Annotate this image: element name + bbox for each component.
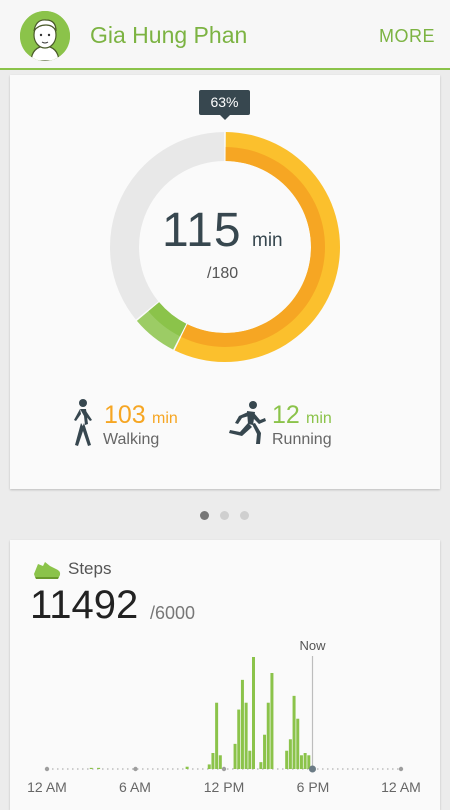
chart-bar [296,718,300,769]
now-marker [309,765,316,773]
steps-goal: /6000 [150,603,196,623]
chart-bar [215,702,219,769]
chart-bar [97,767,101,769]
chart-bar [244,702,248,769]
steps-chart: Now 12 AM 6 AM 12 PM 6 PM 12 AM [27,638,421,795]
chart-bar [89,767,93,769]
chart-tick-marker [221,766,227,772]
chart-tick-marker [44,766,50,772]
shoe-icon [34,562,61,579]
chart-bar [207,764,211,769]
chart-bar [218,755,222,769]
minutes-goal: /180 [207,265,239,282]
running-unit: min [306,410,332,427]
chart-bar [270,673,274,769]
chart-bar [233,743,237,769]
chart-bar [299,755,303,769]
x-axis-label: 6 AM [119,779,151,795]
pager-dot-3[interactable] [240,511,249,520]
chart-bar [303,753,307,769]
x-axis-label: 6 PM [297,779,330,795]
more-button[interactable]: MORE [379,26,435,47]
total-minutes: 115 [162,204,242,257]
chart-bar [252,657,255,769]
chart-bar [259,762,263,769]
steps-title: Steps [68,559,112,578]
chart-bar [292,695,296,769]
walking-minutes: 103 [104,401,146,429]
chart-bar [248,750,252,769]
walking-label: Walking [103,431,160,448]
chart-bar [185,766,189,769]
chart-tick-marker [398,766,404,772]
badge-pointer [219,114,231,120]
x-axis-label: 12 AM [381,779,421,795]
x-axis-label: 12 PM [204,779,244,795]
user-name: Gia Hung Phan [90,22,248,48]
pager-dot-1[interactable] [200,511,209,520]
chart-tick-marker [133,766,138,772]
chart-bar [237,709,241,769]
walking-unit: min [152,410,178,427]
chart-bar [285,750,289,769]
walking-icon [74,399,92,446]
now-label: Now [299,638,326,653]
avatar[interactable] [20,11,70,61]
running-minutes: 12 [272,401,300,429]
app-header: Gia Hung Phan MORE [0,0,450,70]
avatar-face-icon [20,11,70,61]
chart-bar [266,702,270,769]
chart-bar [288,739,292,769]
total-minutes-unit: min [252,230,283,251]
steps-count: 11492 [30,583,139,627]
chart-bar [263,734,267,769]
chart-bar [240,679,244,769]
running-label: Running [272,431,332,448]
running-icon [229,401,266,444]
x-axis-label: 12 AM [27,779,67,795]
chart-bar [211,753,215,769]
percent-badge: 63% [199,90,250,115]
pager-dot-2[interactable] [220,511,229,520]
